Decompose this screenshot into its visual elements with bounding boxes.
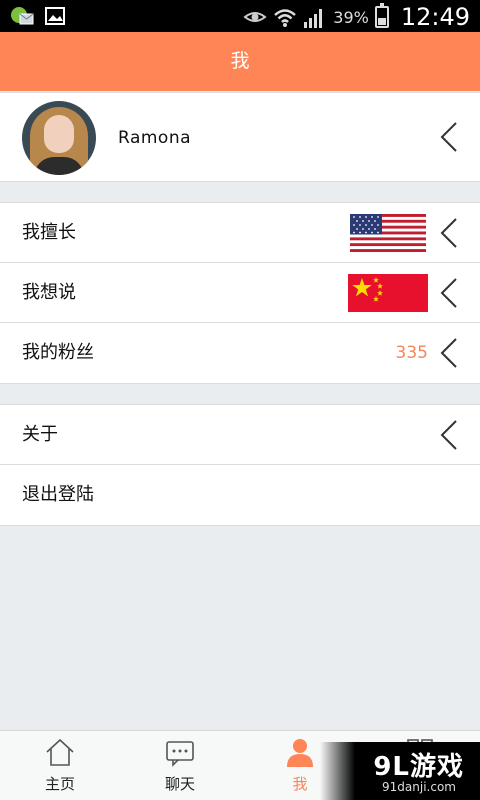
list-item-label: 我的粉丝 <box>22 342 94 363</box>
page-title: 我 <box>0 32 480 91</box>
tab-home[interactable]: 主页 <box>0 731 120 800</box>
logout-button[interactable]: 退出登陆 <box>0 465 480 525</box>
list-item-fans[interactable]: 我的粉丝 335 <box>0 323 480 383</box>
image-icon <box>44 6 68 26</box>
username: Ramona <box>118 128 192 148</box>
watermark-url: 91danji.com <box>382 780 456 794</box>
status-time: 12:49 <box>400 3 470 31</box>
list-item-label: 我擅长 <box>22 222 76 243</box>
tab-label: 聊天 <box>164 775 195 793</box>
list-item-about[interactable]: 关于 <box>0 405 480 465</box>
list-item-skills[interactable]: 我擅长 <box>0 203 480 263</box>
tab-label: 主页 <box>44 775 75 793</box>
eye-icon <box>243 7 267 27</box>
cn-flag-icon <box>348 274 428 312</box>
chevron-left-icon <box>440 338 458 368</box>
person-icon <box>285 737 315 767</box>
chevron-left-icon <box>440 278 458 308</box>
wifi-icon <box>273 7 297 27</box>
avatar[interactable] <box>22 101 96 175</box>
battery-percent: 39% <box>333 7 369 27</box>
chat-icon <box>165 737 195 767</box>
list-item-label: 我想说 <box>22 282 76 303</box>
signal-icon <box>303 7 327 28</box>
us-flag-icon <box>350 214 426 252</box>
watermark-logo: 9L游戏 <box>373 752 464 782</box>
status-bar: 39% 12:49 <box>0 0 480 32</box>
profile-row[interactable]: Ramona <box>0 92 480 182</box>
app-notification-icon <box>10 6 34 26</box>
list-item-label: 退出登陆 <box>22 484 94 505</box>
fans-count: 335 <box>395 343 428 363</box>
chevron-left-icon <box>440 420 458 450</box>
watermark: 9L游戏 91danji.com <box>320 742 480 800</box>
settings-group-2: 关于 退出登陆 <box>0 404 480 526</box>
home-icon <box>45 737 75 767</box>
battery-icon <box>374 3 389 28</box>
tab-chat[interactable]: 聊天 <box>120 731 240 800</box>
chevron-left-icon <box>440 122 458 152</box>
list-item-label: 关于 <box>22 424 58 445</box>
chevron-left-icon <box>440 218 458 248</box>
list-item-say[interactable]: 我想说 <box>0 263 480 323</box>
settings-group-1: 我擅长 我想说 我的粉丝 335 <box>0 202 480 384</box>
